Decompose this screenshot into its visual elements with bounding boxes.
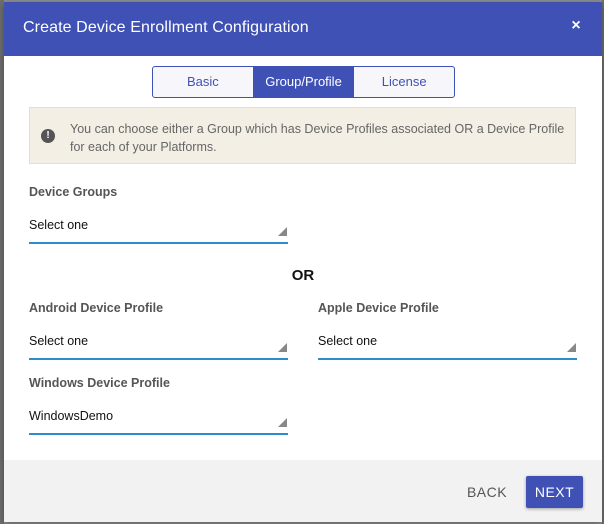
next-button[interactable]: NEXT: [526, 476, 583, 508]
tab-basic[interactable]: Basic: [153, 67, 254, 97]
apple-profile-select[interactable]: Select one: [318, 334, 577, 360]
enrollment-dialog: Create Device Enrollment Configuration ×…: [4, 2, 602, 522]
windows-profile-select[interactable]: WindowsDemo: [29, 409, 288, 435]
dropdown-arrow-icon: [567, 343, 576, 352]
dropdown-arrow-icon: [278, 343, 287, 352]
info-message: You can choose either a Group which has …: [70, 122, 565, 154]
back-button[interactable]: BACK: [462, 481, 512, 503]
device-groups-select[interactable]: Select one: [29, 218, 288, 244]
or-separator: OR: [291, 267, 315, 284]
android-profile-label: Android Device Profile: [29, 301, 164, 315]
windows-profile-label: Windows Device Profile: [29, 376, 170, 390]
dialog-title: Create Device Enrollment Configuration: [23, 19, 309, 36]
step-tabs: Basic Group/Profile License: [152, 66, 455, 98]
device-groups-value: Select one: [29, 218, 89, 232]
dropdown-arrow-icon: [278, 418, 287, 427]
windows-profile-value: WindowsDemo: [29, 409, 114, 423]
apple-profile-label: Apple Device Profile: [318, 301, 439, 315]
android-profile-value: Select one: [29, 334, 89, 348]
android-profile-select[interactable]: Select one: [29, 334, 288, 360]
tab-group-profile[interactable]: Group/Profile: [253, 67, 355, 97]
info-banner: ! You can choose either a Group which ha…: [29, 107, 576, 164]
dialog-footer: BACK NEXT: [4, 460, 602, 522]
apple-profile-value: Select one: [318, 334, 378, 348]
dialog-header: Create Device Enrollment Configuration ×: [4, 2, 602, 56]
info-icon: !: [41, 129, 55, 143]
tab-license[interactable]: License: [354, 67, 454, 97]
device-groups-label: Device Groups: [29, 185, 118, 199]
close-icon[interactable]: ×: [566, 16, 586, 36]
dropdown-arrow-icon: [278, 227, 287, 236]
